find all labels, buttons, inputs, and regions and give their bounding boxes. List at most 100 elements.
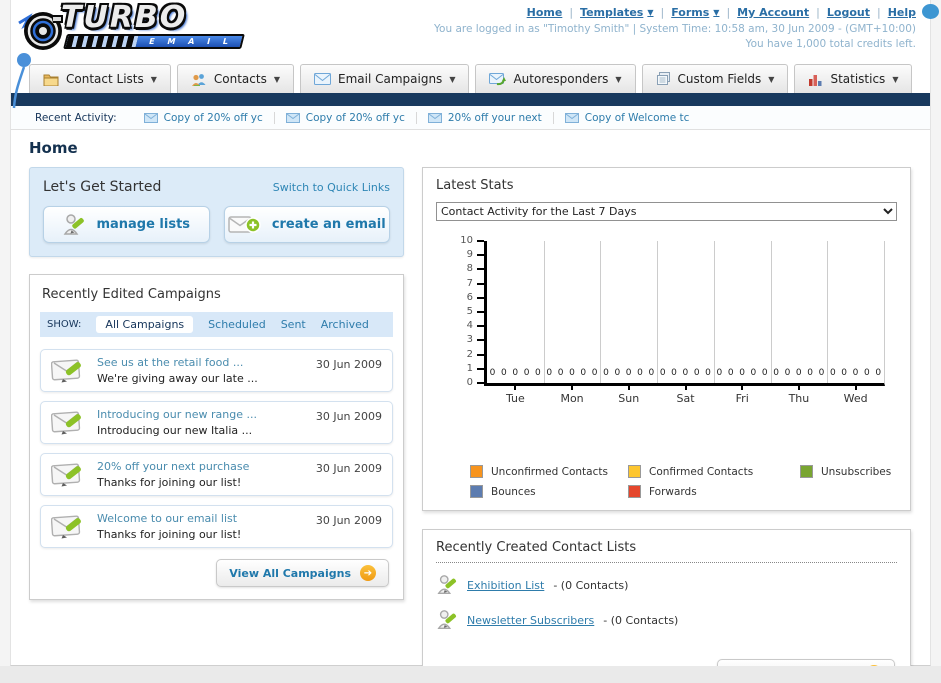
bar-value-label: 0: [739, 368, 745, 378]
campaign-date: 30 Jun 2009: [315, 462, 382, 475]
y-axis-tick: [477, 311, 484, 313]
y-axis-tick: [477, 268, 484, 271]
chevron-down-icon: ▼: [273, 74, 280, 84]
bar-value-label: 0: [784, 368, 791, 378]
legend-item: Forwards: [628, 485, 800, 498]
footer-strip: [0, 666, 941, 683]
recent-activity-item[interactable]: 20% off your next: [417, 111, 554, 124]
chart-plot: 0 1 2 3 4 5 6 7 8 9 10 0 0 0 0 0 Tue 0 0 0 0 0 Mon 0 0 0 0 0 Sun 0 0 0 0…: [460, 235, 885, 405]
bar-value-label: 0: [841, 368, 848, 378]
chevron-down-icon: ▼: [713, 8, 720, 17]
manage-lists-button[interactable]: manage lists: [43, 206, 210, 243]
envelope-pen-icon: [51, 357, 87, 384]
recent-activity-item[interactable]: Copy of Welcome tc: [554, 112, 701, 124]
tab-contacts[interactable]: Contacts ▼: [176, 64, 294, 93]
campaign-filter-strip: SHOW: All Campaigns Scheduled Sent Archi…: [40, 312, 393, 337]
nav-link-forms[interactable]: Forms ▼: [671, 6, 719, 19]
x-axis-label: Mon: [560, 392, 584, 405]
legend-item: Bounces: [470, 485, 628, 498]
navy-divider-bar: [11, 93, 930, 106]
y-axis-tick-label: 0: [466, 377, 473, 388]
tab-autoresponders[interactable]: Autoresponders ▼: [475, 64, 636, 93]
content: Let's Get Started Switch to Quick Links: [11, 167, 930, 683]
turbo-swirl-icon: [15, 5, 67, 55]
campaign-subtitle: We're giving away our late ...: [97, 372, 258, 385]
x-axis-tick: [514, 386, 517, 390]
tab-label: Custom Fields: [677, 72, 762, 86]
x-axis-label: Sat: [676, 392, 695, 405]
campaign-title-link[interactable]: Introducing our new range ...: [97, 408, 306, 421]
tab-email-campaigns[interactable]: Email Campaigns ▼: [300, 64, 470, 93]
legend-label: Confirmed Contacts: [649, 465, 754, 478]
campaign-title-link[interactable]: Welcome to our email list: [97, 512, 306, 525]
campaign-title-link[interactable]: See us at the retail food ...: [97, 356, 306, 369]
grid-line: [657, 241, 659, 383]
nav-link-logout[interactable]: Logout: [827, 6, 870, 19]
bar-value-label: 0: [569, 368, 575, 378]
nav-link-home[interactable]: Home: [527, 6, 563, 19]
filter-scheduled[interactable]: Scheduled: [208, 318, 266, 331]
recent-activity-item[interactable]: Copy of 20% off yc: [133, 111, 275, 124]
bar-value-label: 0: [727, 368, 734, 378]
filter-sent[interactable]: Sent: [281, 318, 306, 331]
bar-value-label: 0: [625, 368, 632, 378]
login-info: You are logged in as "Timothy Smith" | S…: [434, 22, 916, 52]
bar-value-label: 0: [535, 368, 541, 378]
bar-value-label: 0: [614, 368, 621, 378]
x-axis-tick: [627, 386, 630, 390]
tab-contact-lists[interactable]: Contact Lists ▼: [29, 64, 171, 93]
legend-item: Unconfirmed Contacts: [470, 465, 628, 478]
envelope-pen-icon: [51, 409, 87, 436]
y-axis-tick: [477, 325, 484, 328]
stacked-documents-icon: [656, 72, 671, 86]
grid-line: [543, 241, 545, 383]
campaign-row[interactable]: See us at the retail food ... We're givi…: [40, 349, 393, 392]
contact-list-link[interactable]: Newsletter Subscribers: [467, 614, 594, 627]
create-email-button[interactable]: create an email: [223, 206, 390, 243]
recently-edited-campaigns-panel: Recently Edited Campaigns SHOW: All Camp…: [29, 274, 404, 600]
bar-value-label: 0: [591, 368, 598, 378]
legend-swatch: [470, 485, 483, 498]
nav-link-help[interactable]: Help: [888, 6, 916, 19]
tab-custom-fields[interactable]: Custom Fields ▼: [641, 64, 789, 93]
campaign-row[interactable]: 20% off your next purchase Thanks for jo…: [40, 453, 393, 496]
create-email-label: create an email: [271, 217, 386, 232]
legend-swatch: [628, 465, 641, 478]
view-all-campaigns-button[interactable]: View All Campaigns ➔: [216, 559, 389, 587]
tab-label: Autoresponders: [513, 72, 609, 86]
show-label: SHOW:: [47, 319, 82, 330]
recent-activity-item[interactable]: Copy of 20% off yc: [275, 111, 417, 124]
contacts-people-icon: [191, 73, 207, 86]
manage-lists-label: manage lists: [96, 217, 191, 232]
bar-value-label: 0: [603, 368, 609, 378]
turbo-email-logo[interactable]: TURBO E M A I L: [15, 3, 245, 55]
filter-all-campaigns[interactable]: All Campaigns: [96, 316, 194, 333]
y-axis-tick-label: 1: [466, 362, 473, 374]
person-pencil-icon: [62, 213, 86, 237]
tab-label: Contact Lists: [66, 72, 144, 86]
nav-link-my-account[interactable]: My Account: [737, 6, 809, 19]
tab-statistics[interactable]: Statistics ▼: [794, 64, 913, 93]
bar-value-label: 0: [671, 368, 677, 378]
contact-list-count: - (0 Contacts): [553, 578, 629, 592]
switch-quick-links-link[interactable]: Switch to Quick Links: [273, 181, 390, 194]
filter-archived[interactable]: Archived: [321, 318, 369, 331]
contact-list-link[interactable]: Exhibition List: [467, 579, 544, 592]
campaign-row[interactable]: Welcome to our email list Thanks for joi…: [40, 505, 393, 548]
bar-value-label: 0: [512, 368, 519, 378]
bar-value-label: 0: [659, 368, 666, 378]
recent-activity-label: Recent Activity:: [35, 111, 117, 124]
envelope-plus-icon: [228, 213, 262, 237]
main-tab-bar: Contact Lists ▼ Contacts ▼ Email Campaig…: [11, 64, 930, 93]
help-bubble-icon[interactable]: [922, 4, 939, 19]
tab-label: Email Campaigns: [338, 72, 443, 86]
top-nav-links: Home | Templates ▼ | Forms ▼ | My Account | Lo…: [526, 6, 916, 19]
bar-value-label: 0: [807, 368, 813, 378]
legend-item: Confirmed Contacts: [628, 465, 800, 478]
x-axis-label: Thu: [788, 392, 810, 405]
campaign-title-link[interactable]: 20% off your next purchase: [97, 460, 306, 473]
campaign-row[interactable]: Introducing our new range ... Introducin…: [40, 401, 393, 444]
x-axis-tick: [854, 386, 857, 390]
nav-link-templates[interactable]: Templates ▼: [580, 6, 653, 19]
stats-period-select[interactable]: Contact Activity for the Last 7 Days: [436, 202, 897, 221]
